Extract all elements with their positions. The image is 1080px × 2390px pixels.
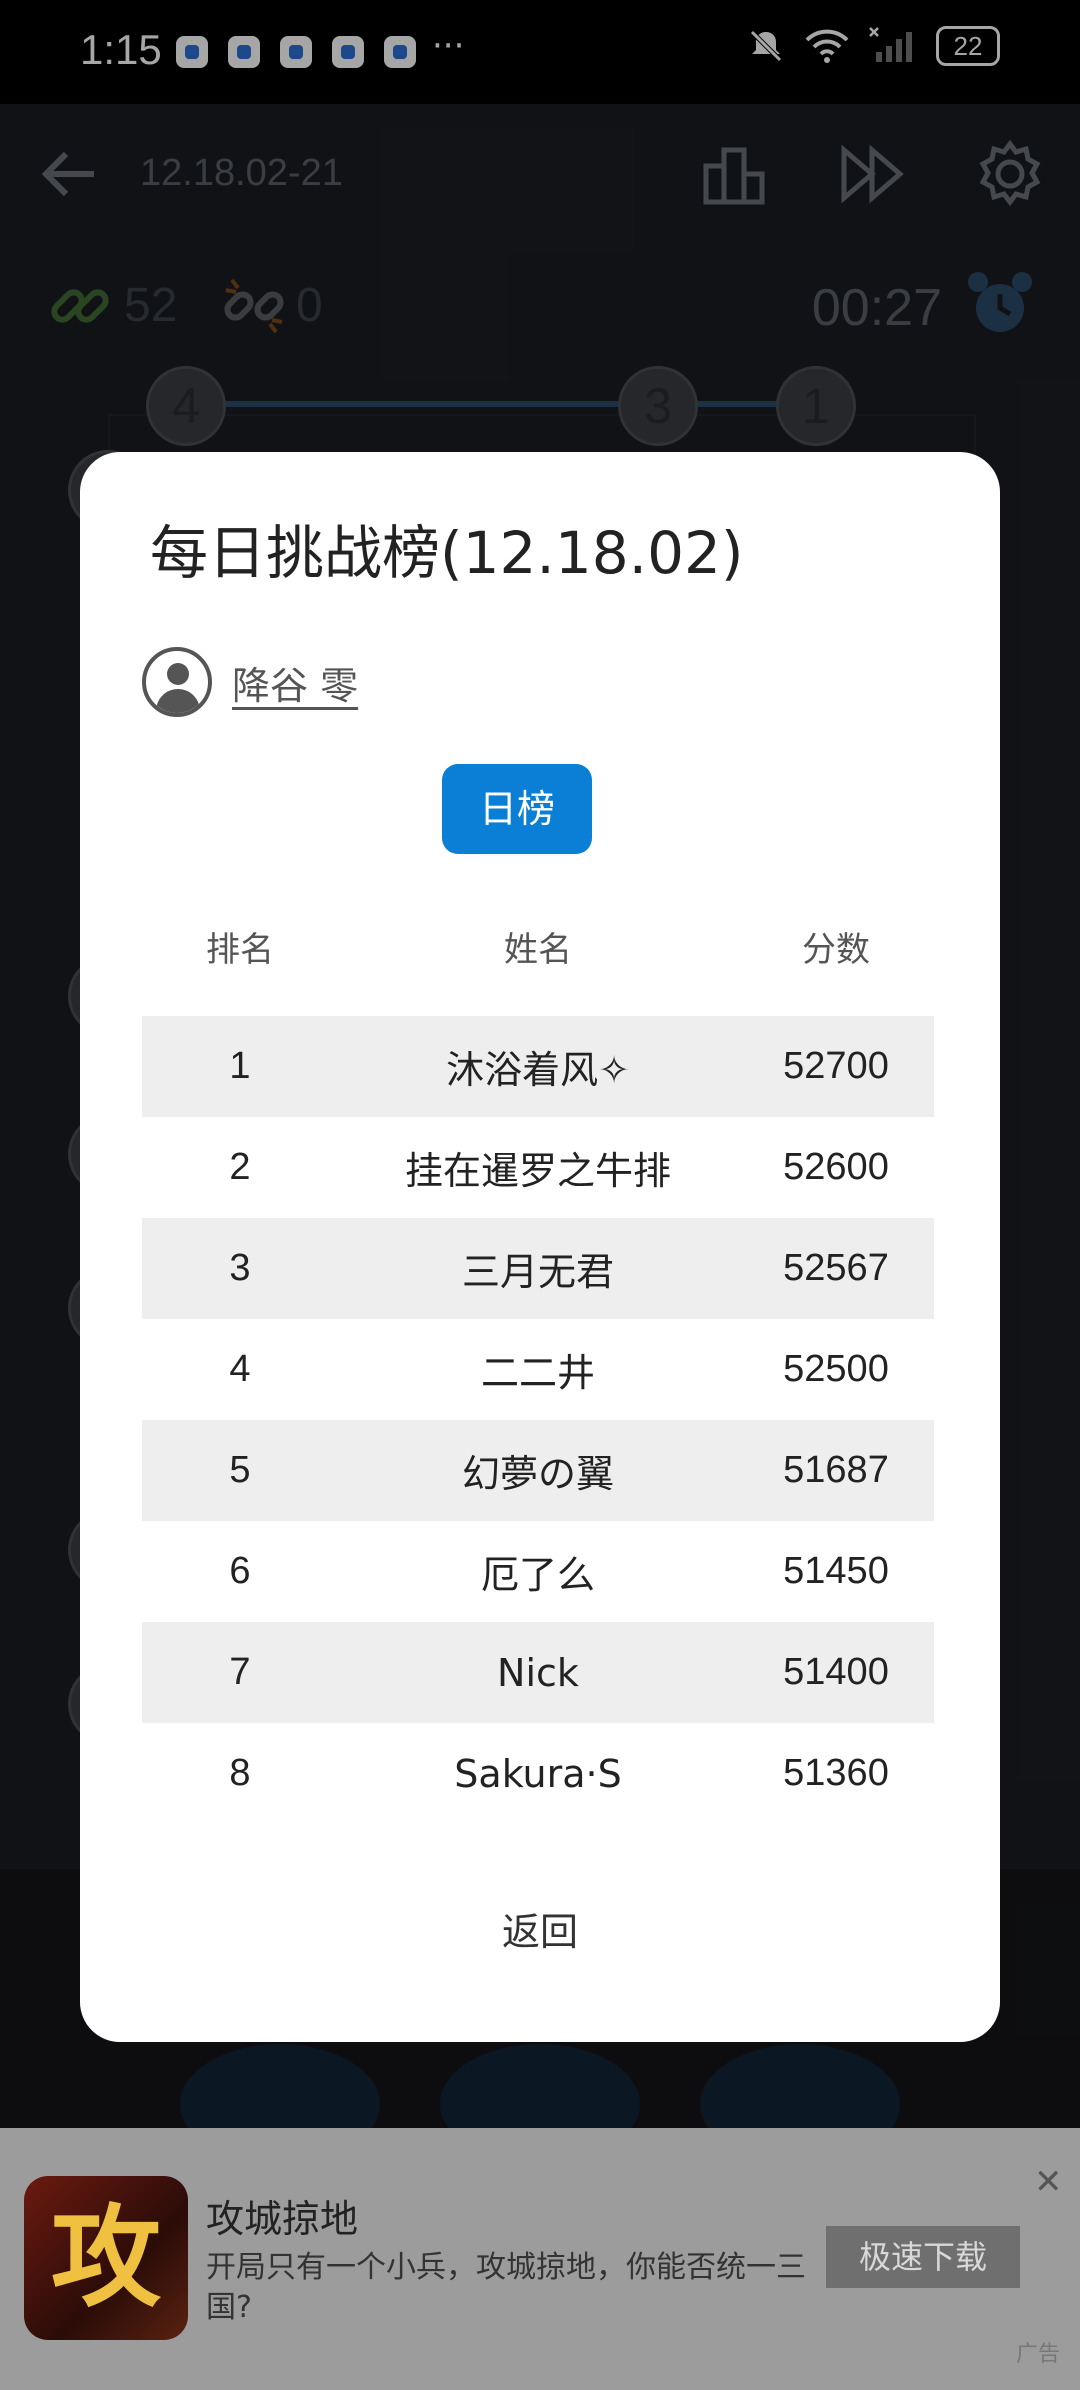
table-row: 6 厄了么 51450	[142, 1521, 934, 1622]
game-logo[interactable]: 攻	[24, 2176, 188, 2340]
score-cell: 51400	[783, 1651, 889, 1693]
score-cell: 52500	[783, 1348, 889, 1390]
rank-cell: 6	[229, 1550, 251, 1592]
name-cell: Sakura·S	[454, 1751, 622, 1796]
name-cell: 沐浴着风✧	[446, 1048, 630, 1092]
leaderboard-table: 1 沐浴着风✧ 52700 2 挂在暹罗之牛排 52600 3 三月无君 525…	[142, 1016, 934, 1824]
score-cell: 51360	[783, 1752, 889, 1794]
name-cell: 二二井	[480, 1351, 595, 1395]
ad-label: 广告	[1016, 2342, 1061, 2367]
rank-cell: 8	[229, 1752, 251, 1794]
table-row: 8 Sakura·S 51360	[142, 1723, 934, 1824]
column-header-score: 分数	[802, 930, 870, 970]
table-row: 5 幻夢の翼 51687	[142, 1420, 934, 1521]
ad-description: 开局只有一个小兵，攻城掠地，你能否统一三国?	[206, 2250, 806, 2325]
column-header-name: 姓名	[504, 930, 572, 970]
rank-cell: 5	[229, 1449, 251, 1491]
game-logo-text: 攻	[51, 2194, 161, 2322]
current-user[interactable]: 降谷 零	[142, 644, 358, 720]
user-name-link[interactable]: 降谷 零	[232, 655, 358, 710]
rank-cell: 3	[229, 1247, 251, 1289]
name-cell: 三月无君	[461, 1250, 614, 1294]
ad-title[interactable]: 攻城掠地	[206, 2188, 358, 2243]
name-cell: Nick	[497, 1650, 579, 1695]
leaderboard-dialog: 每日挑战榜(12.18.02) 降谷 零 日榜 排名 姓名 分数 1 沐浴着风✧…	[80, 452, 1000, 2042]
table-row: 4 二二井 52500	[142, 1319, 934, 1420]
avatar	[142, 647, 212, 717]
name-cell: 幻夢の翼	[461, 1452, 614, 1496]
rank-cell: 7	[229, 1651, 251, 1693]
score-cell: 52700	[783, 1045, 889, 1087]
name-cell: 挂在暹罗之牛排	[404, 1149, 671, 1193]
table-row: 7 Nick 51400	[142, 1622, 934, 1723]
back-button[interactable]: 返回	[440, 1892, 640, 1972]
table-row: 2 挂在暹罗之牛排 52600	[142, 1117, 934, 1218]
ad-banner[interactable]: 攻 攻城掠地 开局只有一个小兵，攻城掠地，你能否统一三国? 极速下载 ✕ 广告	[0, 2128, 1080, 2390]
close-icon[interactable]: ✕	[1034, 2162, 1063, 2202]
table-row: 1 沐浴着风✧ 52700	[142, 1016, 934, 1117]
score-cell: 51450	[783, 1550, 889, 1592]
score-cell: 52567	[783, 1247, 889, 1289]
score-cell: 52600	[783, 1146, 889, 1188]
dialog-title: 每日挑战榜(12.18.02)	[150, 519, 744, 587]
download-button[interactable]: 极速下载	[826, 2226, 1020, 2288]
column-header-rank: 排名	[206, 930, 274, 970]
rank-cell: 4	[229, 1348, 251, 1390]
name-cell: 厄了么	[480, 1553, 595, 1597]
table-row: 3 三月无君 52567	[142, 1218, 934, 1319]
rank-cell: 2	[229, 1146, 251, 1188]
rank-cell: 1	[229, 1045, 251, 1087]
tab-daily[interactable]: 日榜	[442, 764, 592, 854]
score-cell: 51687	[783, 1449, 889, 1491]
